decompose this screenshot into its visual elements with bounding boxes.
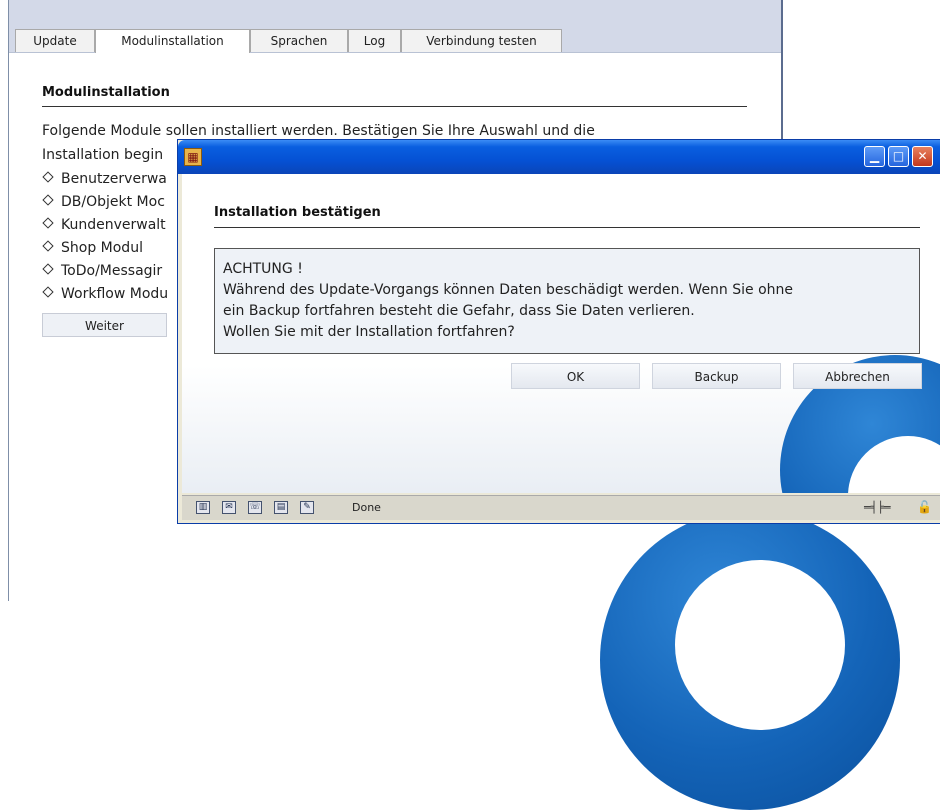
tab-log[interactable]: Log bbox=[348, 29, 401, 52]
bullet-icon bbox=[42, 240, 54, 252]
bullet-icon bbox=[42, 263, 54, 275]
status-bar: ▥ ✉ ☏ ▤ ✎ Done ═╡╞═ 🔓 bbox=[182, 495, 940, 520]
backup-button[interactable]: Backup bbox=[652, 363, 781, 389]
warning-line: ACHTUNG ! bbox=[223, 261, 303, 277]
status-text: Done bbox=[352, 501, 381, 514]
dialog-body: Installation bestätigen ACHTUNG ! Währen… bbox=[182, 174, 940, 493]
tab-verbindung-testen[interactable]: Verbindung testen bbox=[401, 29, 562, 52]
chat-icon[interactable]: ☏ bbox=[248, 501, 262, 514]
maximize-button[interactable]: □ bbox=[888, 146, 909, 167]
weiter-button[interactable]: Weiter bbox=[42, 313, 167, 337]
tab-bar: Update Modulinstallation Sprachen Log Ve… bbox=[9, 0, 781, 53]
tab-modulinstallation[interactable]: Modulinstallation bbox=[95, 29, 250, 53]
logo-inner-shape bbox=[675, 560, 845, 730]
navigator-icon[interactable]: ▥ bbox=[196, 501, 210, 514]
module-label: Workflow Modu bbox=[61, 286, 169, 302]
module-label: ToDo/Messagir bbox=[61, 263, 163, 279]
module-list-item: ToDo/Messagir bbox=[42, 263, 163, 279]
module-label: DB/Objekt Moc bbox=[61, 194, 165, 210]
edit-icon[interactable]: ✎ bbox=[300, 501, 314, 514]
warning-line: Wollen Sie mit der Installation fortfahr… bbox=[223, 324, 515, 340]
close-button[interactable]: ✕ bbox=[912, 146, 933, 167]
dialog-heading: Installation bestätigen bbox=[214, 205, 381, 220]
maximize-icon: □ bbox=[892, 149, 905, 163]
module-list-item: Benutzerverwa bbox=[42, 171, 167, 187]
bullet-icon bbox=[42, 171, 54, 183]
tab-update[interactable]: Update bbox=[15, 29, 95, 52]
warning-line: Während des Update-Vorgangs können Daten… bbox=[223, 282, 794, 298]
composer-icon[interactable]: ▤ bbox=[274, 501, 288, 514]
dialog-titlebar[interactable]: ▦ ▁ □ ✕ bbox=[178, 140, 940, 174]
module-label: Benutzerverwa bbox=[61, 171, 167, 187]
mail-icon[interactable]: ✉ bbox=[222, 501, 236, 514]
connection-icon: ═╡╞═ bbox=[864, 501, 891, 514]
app-icon: ▦ bbox=[184, 148, 202, 166]
module-label: Shop Modul bbox=[61, 240, 143, 256]
warning-line: ein Backup fortfahren besteht die Gefahr… bbox=[223, 303, 695, 319]
lock-icon: 🔓 bbox=[917, 500, 932, 514]
module-list-item: Kundenverwalt bbox=[42, 217, 166, 233]
bullet-icon bbox=[42, 217, 54, 229]
module-label: Kundenverwalt bbox=[61, 217, 166, 233]
cancel-button[interactable]: Abbrechen bbox=[793, 363, 922, 389]
tab-sprachen[interactable]: Sprachen bbox=[250, 29, 348, 52]
dialog-heading-divider bbox=[214, 227, 920, 228]
close-icon: ✕ bbox=[917, 149, 928, 163]
bullet-icon bbox=[42, 194, 54, 206]
confirm-dialog-window: ▦ ▁ □ ✕ Installation bestätigen ACHTUNG … bbox=[178, 140, 940, 523]
module-list-item: DB/Objekt Moc bbox=[42, 194, 165, 210]
bullet-icon bbox=[42, 286, 54, 298]
intro-text-line-2: Installation begin bbox=[42, 147, 164, 163]
minimize-button[interactable]: ▁ bbox=[864, 146, 885, 167]
module-list-item: Workflow Modu bbox=[42, 286, 169, 302]
heading-divider bbox=[42, 106, 747, 107]
minimize-icon: ▁ bbox=[869, 149, 880, 163]
intro-text-line-1: Folgende Module sollen installiert werde… bbox=[42, 123, 595, 139]
warning-message-box: ACHTUNG ! Während des Update-Vorgangs kö… bbox=[214, 248, 920, 354]
ok-button[interactable]: OK bbox=[511, 363, 640, 389]
page-heading: Modulinstallation bbox=[42, 85, 170, 100]
module-list-item: Shop Modul bbox=[42, 240, 143, 256]
